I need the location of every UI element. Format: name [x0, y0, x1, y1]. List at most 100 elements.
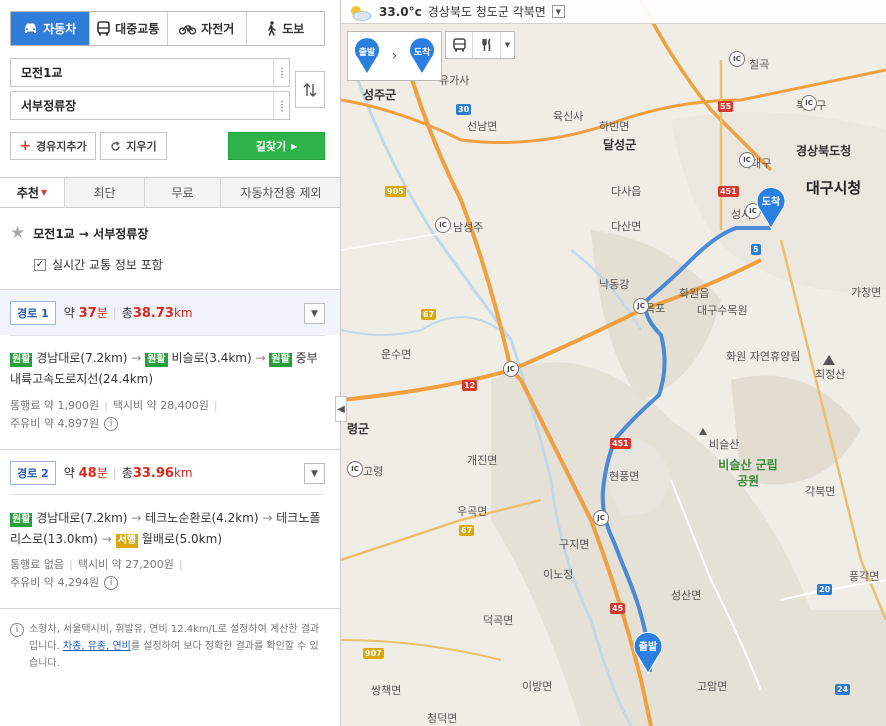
- route-2-summary: 약 48분 | 총33.96km: [63, 466, 193, 481]
- map-label: 운수면: [381, 348, 412, 361]
- map-label: 선남면: [467, 120, 498, 133]
- route-1-badge: 경로 1: [10, 300, 56, 325]
- road-shield: 24: [835, 684, 851, 695]
- origin-drag-handle[interactable]: [273, 59, 289, 86]
- map-label: 하빈면: [599, 120, 630, 133]
- realtime-checkbox[interactable]: ✓: [34, 258, 46, 271]
- route-sort-tabs: 추천 ▼ 최단 무료 자동차전용 제외: [0, 177, 340, 208]
- tab-free[interactable]: 무료: [144, 178, 220, 207]
- start-end-mini-panel[interactable]: 출발 › 도착: [347, 31, 442, 81]
- road-shield: 451: [718, 186, 739, 197]
- chevron-down-icon: ▼: [311, 468, 318, 479]
- map-label: 화원 자연휴양림: [726, 350, 801, 363]
- tab-exclude-expressway[interactable]: 자동차전용 제외: [220, 178, 340, 207]
- tab-bicycle-label: 자전거: [201, 22, 235, 36]
- interchange-icon: IC: [347, 461, 363, 477]
- interchange-icon: IC: [729, 51, 745, 67]
- map-label: 유가사: [439, 74, 470, 87]
- route-2-costs: 통행료 없음 | 택시비 약 27,200원 | 주유비 약 4,294원 i: [10, 558, 183, 590]
- tab-public-transit-label: 대중교통: [115, 22, 160, 36]
- map-label: 현풍면: [609, 470, 640, 483]
- summary-arrow: →: [78, 226, 89, 241]
- poi-dropdown-button[interactable]: ▼: [500, 32, 514, 58]
- find-route-button[interactable]: 길찾기 ▶: [228, 132, 325, 160]
- weather-temperature: 33.0°c: [379, 4, 422, 19]
- tab-car-label: 자동차: [43, 22, 77, 36]
- tab-walking[interactable]: 도보: [245, 12, 324, 45]
- map-label: 성산면: [671, 589, 702, 602]
- swap-origin-destination-button[interactable]: [295, 71, 325, 108]
- road-shield: 12: [462, 380, 478, 391]
- traffic-tag: 원활: [10, 353, 33, 367]
- map-label: 대구시청: [806, 179, 862, 197]
- map-label: 이노정: [543, 568, 574, 581]
- realtime-traffic-option[interactable]: ✓ 실시간 교통 정보 포함: [34, 256, 163, 273]
- sidebar-collapse-button[interactable]: ◀: [335, 396, 347, 422]
- route-1-costs: 통행료 약 1,900원 | 택시비 약 28,400원 | 주유비 약 4,897원…: [10, 399, 218, 431]
- add-waypoint-button[interactable]: + 경유지추가: [10, 132, 96, 160]
- route-2-expand-toggle[interactable]: ▼: [304, 463, 325, 484]
- map-label: 령군: [347, 422, 370, 436]
- toll-cost: 통행료 없음: [10, 558, 65, 571]
- tab-car[interactable]: 자동차: [11, 12, 89, 45]
- map-label: 가창면: [851, 286, 882, 299]
- info-icon[interactable]: i: [104, 576, 119, 590]
- weather-dropdown-button[interactable]: ▼: [551, 5, 565, 18]
- route-1-segments: 원활 경남대로(7.2km) → 원활 비슬로(3.4km) → 원활 중부내륙…: [10, 351, 318, 386]
- end-mini-marker[interactable]: 도착: [409, 38, 435, 74]
- restaurant-filter-button[interactable]: [472, 32, 500, 58]
- road-shield: 907: [363, 648, 384, 659]
- clear-button[interactable]: 지우기: [100, 132, 167, 160]
- destination-input[interactable]: 서부정류장: [10, 91, 290, 120]
- chevron-left-icon: ◀: [337, 403, 345, 415]
- tab-public-transit[interactable]: 대중교통: [88, 12, 167, 45]
- route-1-header[interactable]: 경로 1 약 37분 | 총38.73km ▼: [0, 289, 340, 335]
- info-icon[interactable]: i: [104, 417, 119, 431]
- map-label: 성주군: [363, 88, 397, 102]
- route-2-segments: 원활 경남대로(7.2km) → 테크노순환로(4.2km) → 테크노폴리스로…: [10, 511, 321, 548]
- route-summary-title: ★ 모전1교 → 서부정류장: [10, 223, 148, 243]
- map-label: 이방면: [522, 680, 553, 693]
- car-icon: [25, 23, 37, 33]
- start-mini-marker[interactable]: 출발: [354, 38, 380, 74]
- chevron-down-icon: ▼: [504, 41, 511, 49]
- route-2-badge: 경로 2: [10, 460, 56, 485]
- fuel-cost: 주유비 약 4,294원: [10, 576, 100, 589]
- origin-value: 모전1교: [21, 66, 63, 80]
- destination-marker[interactable]: 도착: [755, 185, 787, 229]
- map-view[interactable]: 33.0°c 경상북도 청도군 각북면 ▼ 출발 › 도착 ▼ 성주군 유가사 …: [341, 0, 886, 726]
- route-2-header[interactable]: 경로 2 약 48분 | 총33.96km ▼: [0, 449, 340, 495]
- bus-stop-filter-button[interactable]: [446, 32, 472, 58]
- tab-recommended[interactable]: 추천 ▼: [0, 178, 64, 207]
- tab-bicycle[interactable]: 자전거: [167, 12, 246, 45]
- segment-road: 경남대로(7.2km): [36, 351, 128, 365]
- origin-input[interactable]: 모전1교: [10, 58, 290, 87]
- map-label: 비슬산 군립공원: [718, 458, 778, 488]
- map-label: 덕곡면: [483, 614, 514, 627]
- destination-drag-handle[interactable]: [273, 92, 289, 119]
- road-shield: 5: [751, 244, 761, 255]
- map-label: 각북면: [805, 485, 836, 498]
- tab-free-label: 무료: [171, 186, 194, 200]
- tab-shortest-label: 최단: [93, 186, 116, 200]
- tab-walking-label: 도보: [282, 22, 305, 36]
- swap-arrows-icon: [303, 82, 317, 97]
- summary-from: 모전1교: [33, 226, 75, 241]
- junction-icon: JC: [593, 510, 609, 526]
- divider: [10, 494, 325, 495]
- bus-icon: [452, 38, 466, 52]
- road-shield: 67: [459, 525, 475, 536]
- favorite-star-icon[interactable]: ★: [10, 223, 25, 243]
- fuel-cost: 주유비 약 4,897원: [10, 417, 100, 430]
- route-1-expand-toggle[interactable]: ▼: [304, 303, 325, 324]
- traffic-tag: 원활: [145, 353, 168, 367]
- vehicle-settings-link[interactable]: 차종, 유종, 연비: [63, 641, 131, 652]
- segment-road: 월배로(5.0km): [141, 532, 223, 546]
- plus-icon: +: [19, 138, 32, 154]
- origin-marker[interactable]: 출발: [632, 630, 664, 674]
- road-shield: 905: [385, 186, 406, 197]
- map-label: 다산면: [611, 220, 642, 233]
- tab-shortest[interactable]: 최단: [64, 178, 144, 207]
- tab-exclude-expressway-label: 자동차전용 제외: [240, 186, 322, 200]
- traffic-tag: 원활: [10, 513, 33, 527]
